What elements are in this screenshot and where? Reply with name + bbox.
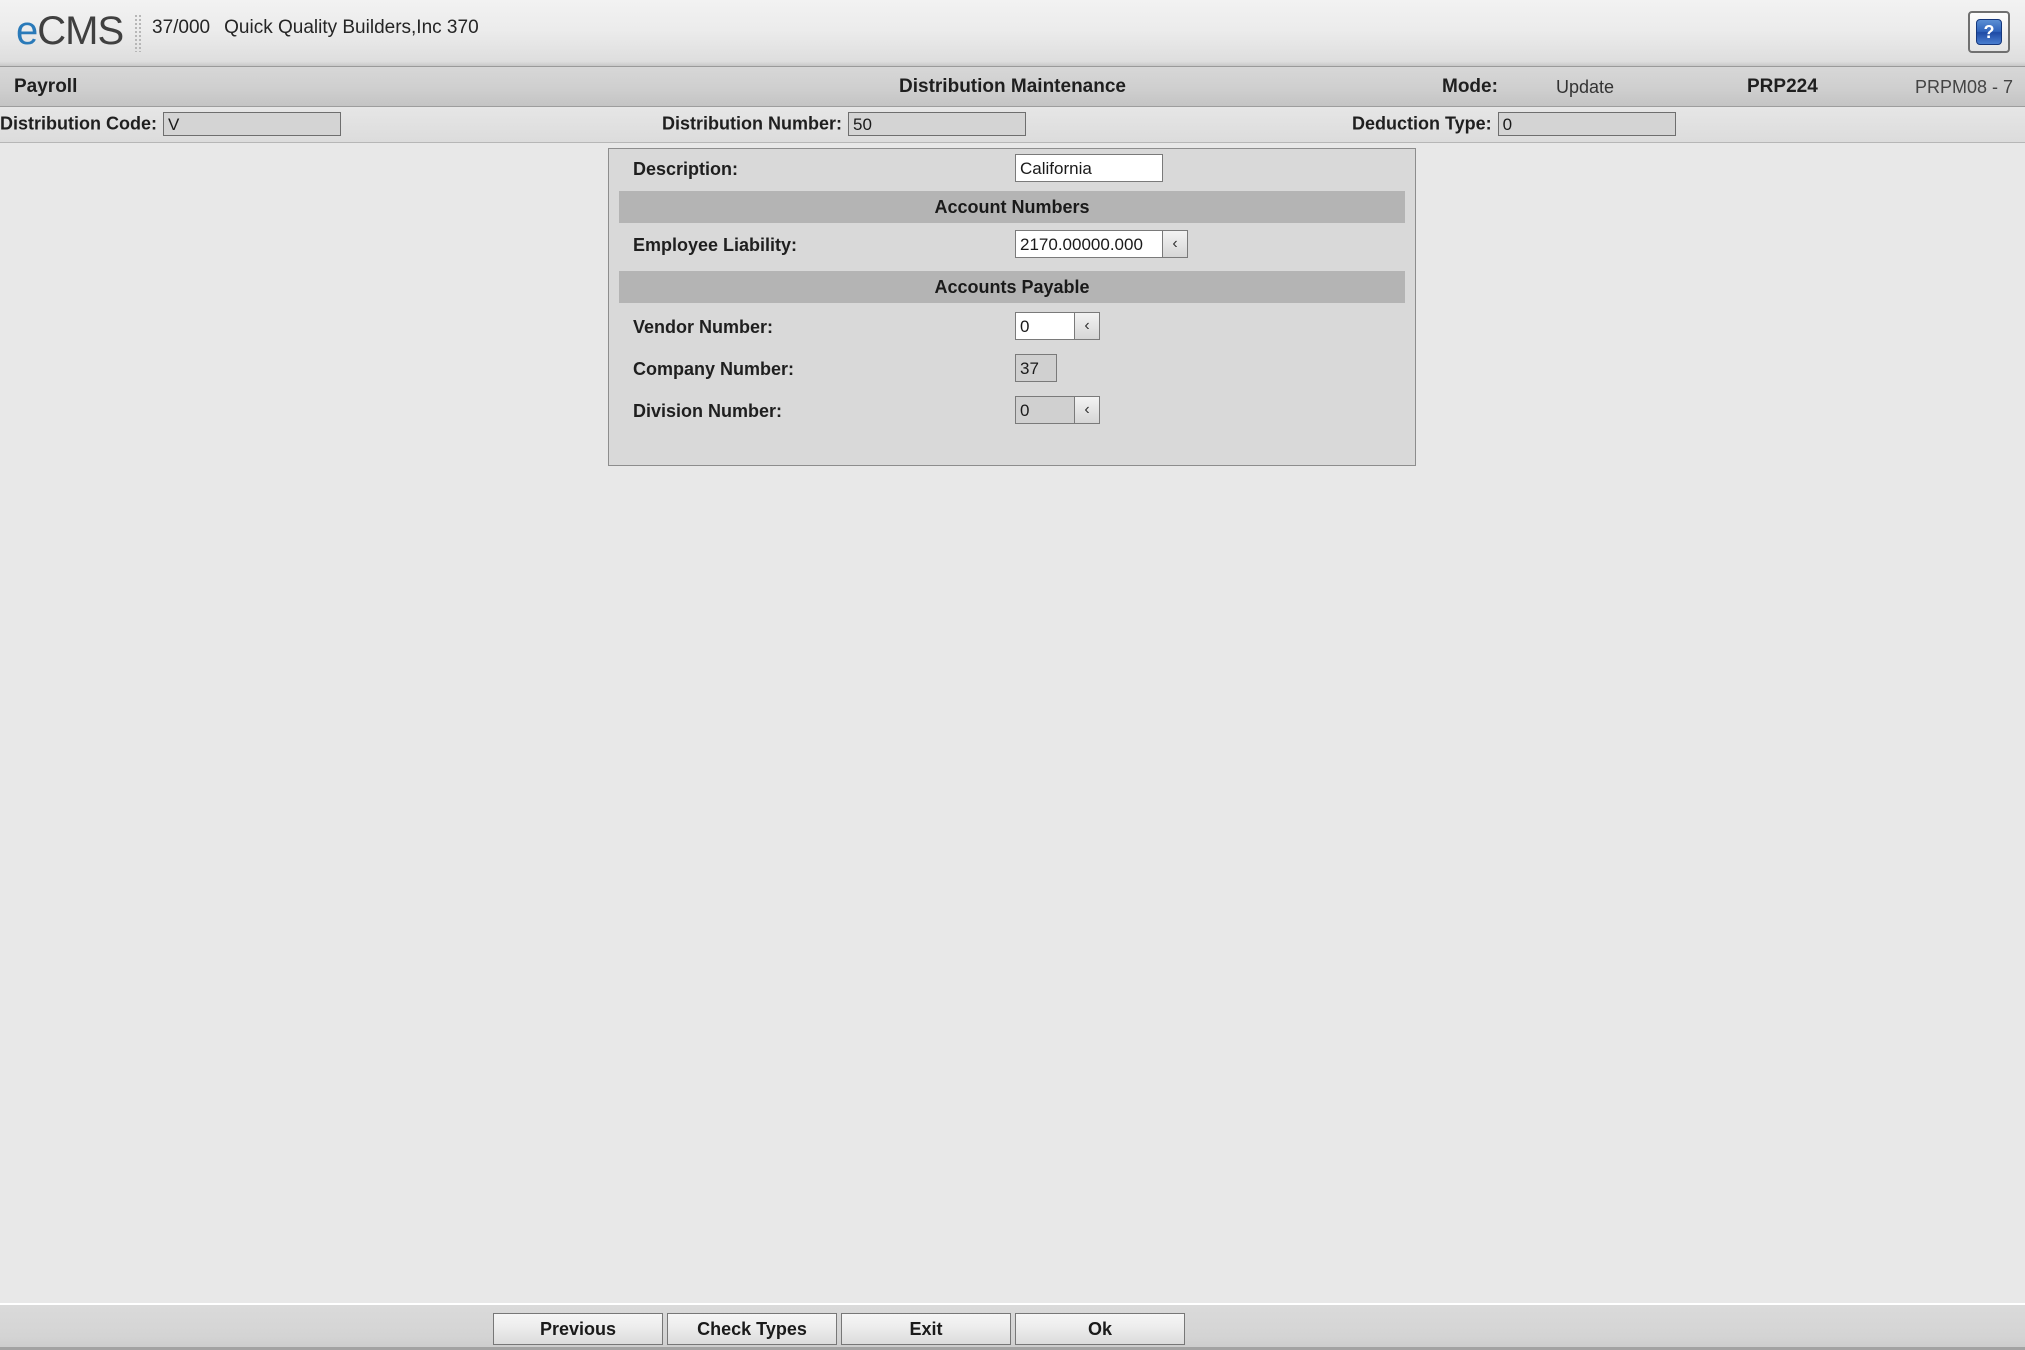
description-label: Description: [633, 159, 739, 179]
division-number-field-wrap: 0 ‹ [1015, 396, 1100, 424]
employee-liability-lookup-icon[interactable]: ‹ [1162, 230, 1188, 258]
distribution-code-input[interactable]: V [162, 112, 341, 136]
bottom-button-bar: Previous Check Types Exit Ok [0, 1303, 2025, 1350]
mode-value: Update [1556, 77, 1615, 97]
company-number-label: Company Number: [633, 359, 795, 379]
form-row-description: Description: California [609, 149, 1415, 191]
section-header-accounts-payable: Accounts Payable [619, 271, 1405, 303]
module-title-bar: Payroll Distribution Maintenance Mode: U… [0, 67, 2025, 107]
question-mark-icon: ? [1976, 19, 2002, 45]
module-name-label: Payroll [14, 76, 78, 97]
drag-grip-icon [134, 14, 141, 52]
check-types-button[interactable]: Check Types [667, 1313, 837, 1345]
division-number-label: Division Number: [633, 401, 783, 421]
logo-text-cms: CMS [37, 9, 124, 53]
action-button-group: Previous Check Types Exit Ok [493, 1313, 1185, 1345]
vendor-number-label: Vendor Number: [633, 317, 774, 337]
description-input[interactable]: California [1015, 154, 1163, 182]
distribution-number-input[interactable]: 50 [848, 112, 1026, 136]
company-number-field-wrap: 37 [1015, 354, 1057, 382]
application-header-bar: eCMS 37/000 Quick Quality Builders,Inc 37… [0, 0, 2025, 67]
employee-liability-label: Employee Liability: [633, 235, 798, 255]
description-field-wrap: California [1015, 154, 1163, 182]
form-row-employee-liability: Employee Liability: 2170.00000.000 ‹ [609, 225, 1415, 267]
division-number-lookup-icon[interactable]: ‹ [1074, 396, 1100, 424]
mode-label: Mode: [1442, 76, 1498, 97]
company-info: 37/000 Quick Quality Builders,Inc 370 [152, 17, 479, 39]
logo-letter-e: e [16, 9, 38, 53]
distribution-number-label: Distribution Number: [662, 113, 842, 134]
company-number-input[interactable]: 37 [1015, 354, 1057, 382]
form-row-division-number: Division Number: 0 ‹ [609, 391, 1415, 433]
form-row-company-number: Company Number: 37 [609, 349, 1415, 391]
distribution-form-panel: Description: California Account Numbers … [608, 148, 1416, 466]
program-id-label: PRP224 [1747, 76, 1818, 97]
work-area: Description: California Account Numbers … [0, 143, 2025, 1303]
distribution-code-label: Distribution Code: [0, 113, 157, 134]
company-name-text: Quick Quality Builders,Inc 370 [224, 17, 479, 38]
page-title: Distribution Maintenance [899, 76, 1126, 97]
division-number-input[interactable]: 0 [1015, 396, 1075, 424]
distribution-number-group: Distribution Number: 50 [662, 112, 1026, 136]
previous-button[interactable]: Previous [493, 1313, 663, 1345]
deduction-type-input[interactable]: 0 [1497, 112, 1676, 136]
ecms-logo: eCMS [16, 6, 124, 56]
employee-liability-field-wrap: 2170.00000.000 ‹ [1015, 230, 1188, 258]
company-number-text: 37/000 [152, 17, 211, 38]
vendor-number-field-wrap: 0 ‹ [1015, 312, 1100, 340]
vendor-number-lookup-icon[interactable]: ‹ [1074, 312, 1100, 340]
distribution-code-group: Distribution Code: V [0, 112, 341, 136]
section-header-account-numbers: Account Numbers [619, 191, 1405, 223]
form-row-vendor-number: Vendor Number: 0 ‹ [609, 307, 1415, 349]
screen-id-label: PRPM08 - 7 [1914, 77, 2013, 97]
help-button[interactable]: ? [1968, 11, 2010, 53]
key-field-bar: Distribution Code: V Distribution Number:… [0, 107, 2025, 143]
employee-liability-input[interactable]: 2170.00000.000 [1015, 230, 1163, 258]
vendor-number-input[interactable]: 0 [1015, 312, 1075, 340]
exit-button[interactable]: Exit [841, 1313, 1011, 1345]
deduction-type-group: Deduction Type: 0 [1352, 112, 1676, 136]
deduction-type-label: Deduction Type: [1352, 113, 1492, 134]
ok-button[interactable]: Ok [1015, 1313, 1185, 1345]
